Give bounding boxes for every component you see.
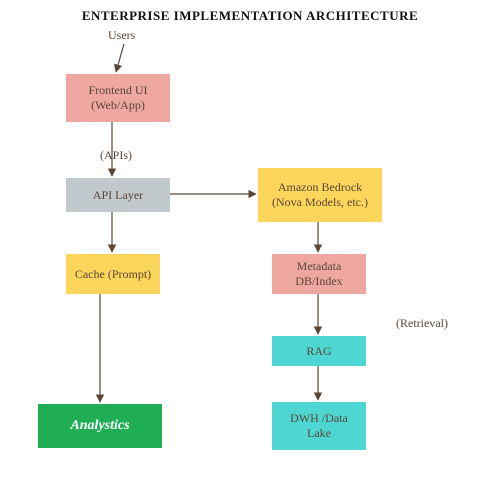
diagram-canvas: { "title": "ENTERPRISE IMPLEMENTATION AR… [0, 0, 500, 500]
node-cache: Cache (Prompt) [66, 254, 160, 294]
node-api: API Layer [66, 178, 170, 212]
node-bedrock: Amazon Bedrock (Nova Models, etc.) [258, 168, 382, 222]
node-dwh: DWH /Data Lake [272, 402, 366, 450]
label-retrieval: (Retrieval) [396, 316, 448, 331]
label-apis: (APIs) [100, 148, 132, 163]
label-users: Users [108, 28, 135, 43]
diagram-title: ENTERPRISE IMPLEMENTATION ARCHITECTURE [0, 8, 500, 24]
node-metadata: Metadata DB/Index [272, 254, 366, 294]
node-analytics: Analystics [38, 404, 162, 448]
node-rag: RAG [272, 336, 366, 366]
edge-users-frontend [116, 44, 124, 72]
node-frontend: Frontend UI (Web/App) [66, 74, 170, 122]
